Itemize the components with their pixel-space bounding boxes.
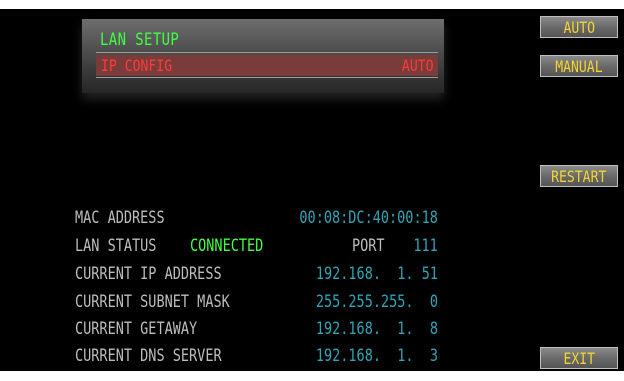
current-subnet-value: 255.255.255. 0 xyxy=(315,292,438,311)
auto-button[interactable]: AUTO xyxy=(540,16,618,38)
exit-button[interactable]: EXIT xyxy=(540,347,618,369)
current-ip-label: CURRENT IP ADDRESS xyxy=(75,264,222,283)
current-subnet-label: CURRENT SUBNET MASK xyxy=(75,292,230,311)
current-dns-label: CURRENT DNS SERVER xyxy=(75,346,222,365)
ip-config-label: IP CONFIG xyxy=(101,56,173,75)
current-ip-value: 192.168. 1. 51 xyxy=(315,264,438,283)
divider xyxy=(96,52,438,53)
lan-setup-screen: LAN SETUP IP CONFIG AUTO AUTO MANUAL RES… xyxy=(0,9,624,371)
port-label: PORT xyxy=(352,236,385,255)
ip-config-row[interactable]: IP CONFIG AUTO xyxy=(96,55,438,76)
page-title: LAN SETUP xyxy=(100,30,180,50)
lan-setup-panel: LAN SETUP IP CONFIG AUTO xyxy=(82,19,444,93)
port-value: 111 xyxy=(413,236,438,255)
lan-status-value: CONNECTED xyxy=(190,236,264,255)
lan-status-label: LAN STATUS xyxy=(75,236,157,255)
mac-address-label: MAC ADDRESS xyxy=(75,208,165,227)
mac-address-value: 00:08:DC:40:00:18 xyxy=(299,208,438,227)
restart-button[interactable]: RESTART xyxy=(540,165,618,187)
manual-button[interactable]: MANUAL xyxy=(540,55,618,77)
current-gateway-label: CURRENT GETAWAY xyxy=(75,319,198,338)
ip-config-value: AUTO xyxy=(402,56,434,75)
current-dns-value: 192.168. 1. 3 xyxy=(315,346,438,365)
divider xyxy=(96,77,438,78)
current-gateway-value: 192.168. 1. 8 xyxy=(315,319,438,338)
